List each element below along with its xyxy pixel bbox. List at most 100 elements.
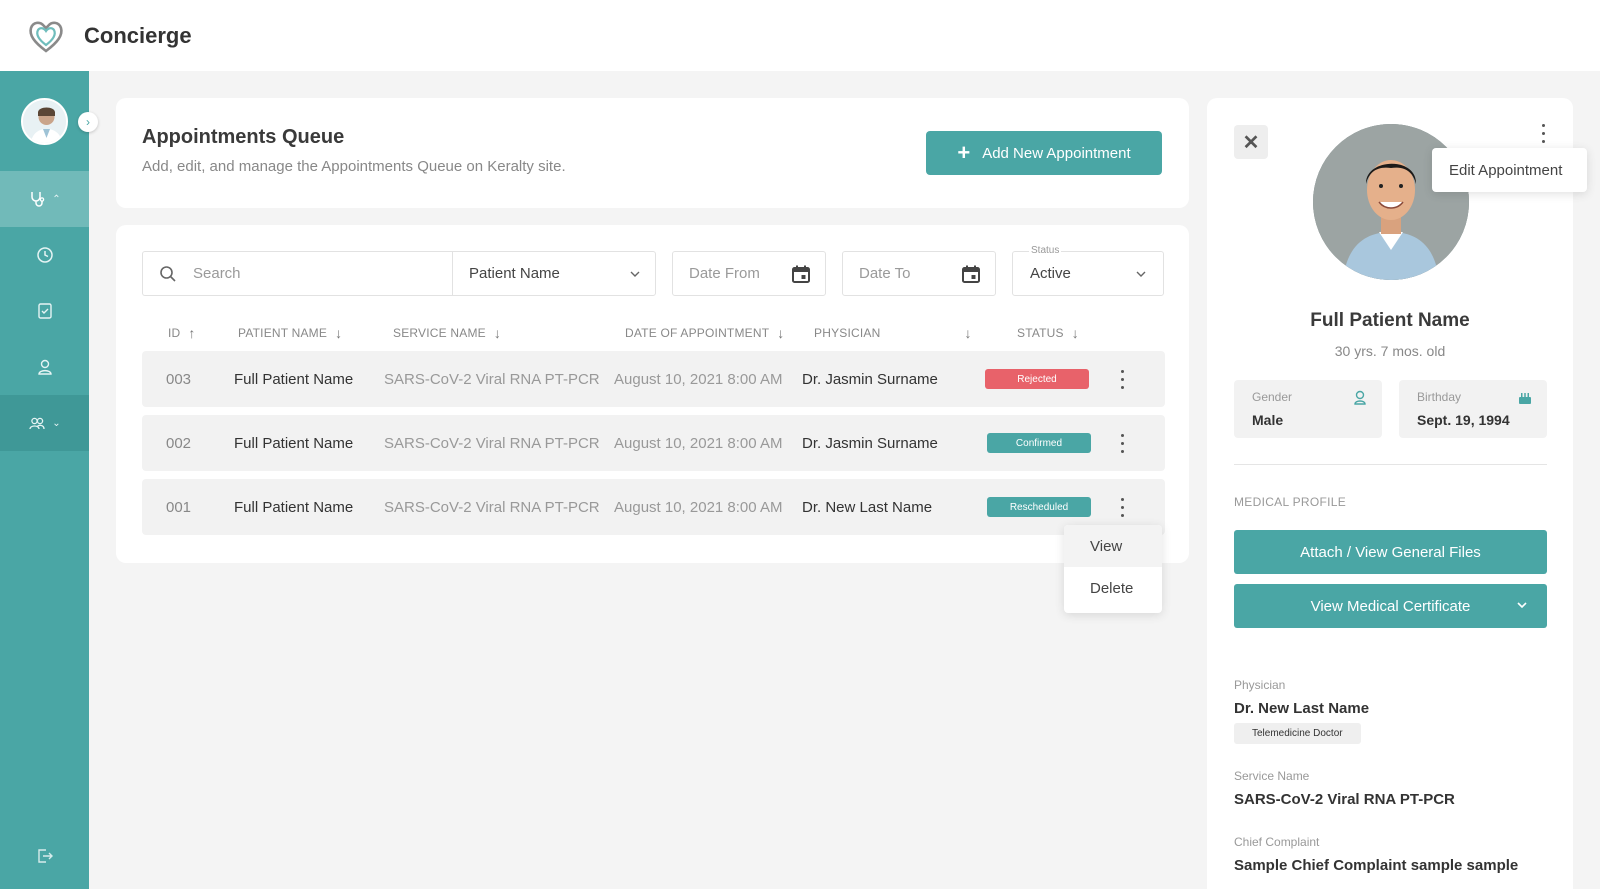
birthday-label: Birthday (1417, 390, 1462, 404)
sort-down-icon: ↓ (335, 325, 343, 341)
cell-patient: Full Patient Name (234, 370, 354, 388)
cell-physician: Dr. New Last Name (802, 498, 933, 516)
table-row[interactable]: 003 Full Patient Name SARS-CoV-2 Viral R… (142, 351, 1165, 407)
search-by-select[interactable]: Patient Name (452, 251, 656, 296)
column-header-patient[interactable]: PATIENT NAME ↓ (238, 325, 342, 341)
kebab-dot-icon (1120, 369, 1124, 373)
kebab-dot-icon (1120, 433, 1124, 437)
medical-profile-label: MEDICAL PROFILE (1234, 495, 1347, 509)
kebab-dot-icon (1120, 449, 1124, 453)
chevron-down-icon (630, 271, 640, 277)
birthday-value: Sept. 19, 1994 (1417, 412, 1510, 428)
top-bar: Concierge (0, 0, 1600, 71)
kebab-dot-icon (1120, 513, 1124, 517)
checklist-icon (37, 303, 52, 319)
appointments-table-card: Search Patient Name Date From Date To St… (116, 225, 1189, 563)
gender-value: Male (1252, 412, 1284, 428)
column-header-label: DATE OF APPOINTMENT (625, 326, 770, 340)
heart-logo-icon[interactable] (26, 16, 66, 56)
sort-down-icon: ↓ (777, 325, 785, 341)
row-context-menu: View Delete (1064, 525, 1162, 613)
logout-button[interactable] (0, 847, 89, 865)
app-title: Concierge (84, 22, 192, 48)
menu-item-view[interactable]: View (1064, 525, 1162, 567)
kebab-dot-icon (1120, 441, 1124, 445)
date-from-placeholder: Date From (689, 265, 760, 282)
sidebar-item-profile[interactable] (0, 339, 89, 395)
gender-box: Gender Male (1234, 380, 1382, 438)
chevron-up-icon: ⌃ (52, 193, 61, 205)
kebab-dot-icon (1542, 124, 1545, 127)
sidebar-item-history[interactable] (0, 227, 89, 283)
add-appointment-button[interactable]: + Add New Appointment (926, 131, 1162, 175)
close-button[interactable]: ✕ (1234, 125, 1268, 159)
patient-age: 30 yrs. 7 mos. old (1334, 343, 1446, 359)
page-subtitle: Add, edit, and manage the Appointments Q… (142, 158, 566, 175)
chevron-down-icon (1136, 271, 1146, 277)
sort-down-icon: ↓ (964, 325, 972, 341)
date-from-input[interactable]: Date From (672, 251, 826, 296)
status-select[interactable]: Status Active (1012, 245, 1164, 296)
calendar-icon[interactable] (791, 264, 811, 284)
status-badge: Confirmed (987, 433, 1091, 453)
cake-icon (1519, 393, 1531, 404)
cell-date: August 10, 2021 8:00 AM (614, 498, 783, 516)
sidebar-item-appointments[interactable]: ⌃ (0, 171, 89, 227)
sidebar-item-users[interactable]: ⌄ (0, 395, 89, 451)
row-menu-button[interactable] (1112, 415, 1132, 471)
cell-service: SARS-CoV-2 Viral RNA PT-PCR (384, 370, 600, 388)
kebab-dot-icon (1120, 497, 1124, 501)
complaint-label: Chief Complaint (1234, 835, 1320, 849)
logout-icon (37, 849, 53, 863)
chevron-down-icon: ⌄ (52, 417, 61, 429)
column-header-id[interactable]: ID ↑ (168, 325, 196, 341)
medical-certificate-button[interactable]: View Medical Certificate (1234, 584, 1547, 628)
attach-files-button[interactable]: Attach / View General Files (1234, 530, 1547, 574)
cell-service: SARS-CoV-2 Viral RNA PT-PCR (384, 498, 600, 516)
physician-value: Dr. New Last Name (1234, 700, 1370, 717)
search-by-value: Patient Name (469, 265, 560, 282)
chevron-right-icon: › (86, 115, 90, 129)
avatar[interactable] (21, 98, 68, 145)
column-header-service[interactable]: SERVICE NAME ↓ (393, 325, 501, 341)
menu-item-delete[interactable]: Delete (1064, 567, 1162, 609)
calendar-icon[interactable] (961, 264, 981, 284)
column-header-label: ID (168, 326, 181, 340)
complaint-value: Sample Chief Complaint sample sample (1234, 857, 1519, 874)
sidebar-item-tasks[interactable] (0, 283, 89, 339)
edit-appointment-menu-item[interactable]: Edit Appointment (1432, 148, 1587, 192)
users-icon (29, 417, 45, 430)
column-header-status[interactable]: STATUS ↓ (1017, 325, 1079, 341)
column-header-date[interactable]: DATE OF APPOINTMENT ↓ (625, 325, 784, 341)
gender-icon (1354, 390, 1366, 405)
cell-id: 001 (166, 498, 192, 516)
cell-patient: Full Patient Name (234, 434, 354, 452)
cell-date: August 10, 2021 8:00 AM (614, 370, 783, 388)
search-input[interactable]: Search (142, 251, 452, 296)
panel-menu-button[interactable] (1542, 124, 1545, 143)
sidebar-expand-button[interactable]: › (78, 112, 98, 132)
clock-icon (36, 247, 53, 263)
status-badge: Rescheduled (987, 497, 1091, 517)
cell-physician: Dr. Jasmin Surname (802, 434, 938, 452)
search-icon (160, 265, 176, 282)
column-header-label: PHYSICIAN (814, 326, 881, 340)
status-label: Status (1029, 245, 1062, 256)
cell-id: 003 (166, 370, 192, 388)
table-row[interactable]: 002 Full Patient Name SARS-CoV-2 Viral R… (142, 415, 1165, 471)
stethoscope-icon (31, 192, 45, 207)
cell-id: 002 (166, 434, 192, 452)
cell-date: August 10, 2021 8:00 AM (614, 434, 783, 452)
row-menu-button[interactable] (1112, 351, 1132, 407)
user-icon (37, 359, 52, 375)
sort-down-icon: ↓ (1071, 325, 1079, 341)
sort-up-icon: ↑ (188, 325, 196, 341)
column-header-physician[interactable]: PHYSICIAN ↓ (814, 325, 972, 341)
table-row[interactable]: 001 Full Patient Name SARS-CoV-2 Viral R… (142, 479, 1165, 535)
sidebar: › ⌃ ⌄ (0, 71, 98, 889)
date-to-input[interactable]: Date To (842, 251, 996, 296)
birthday-box: Birthday Sept. 19, 1994 (1399, 380, 1547, 438)
column-header-label: SERVICE NAME (393, 326, 486, 340)
column-header-label: STATUS (1017, 326, 1064, 340)
physician-label: Physician (1234, 678, 1286, 692)
